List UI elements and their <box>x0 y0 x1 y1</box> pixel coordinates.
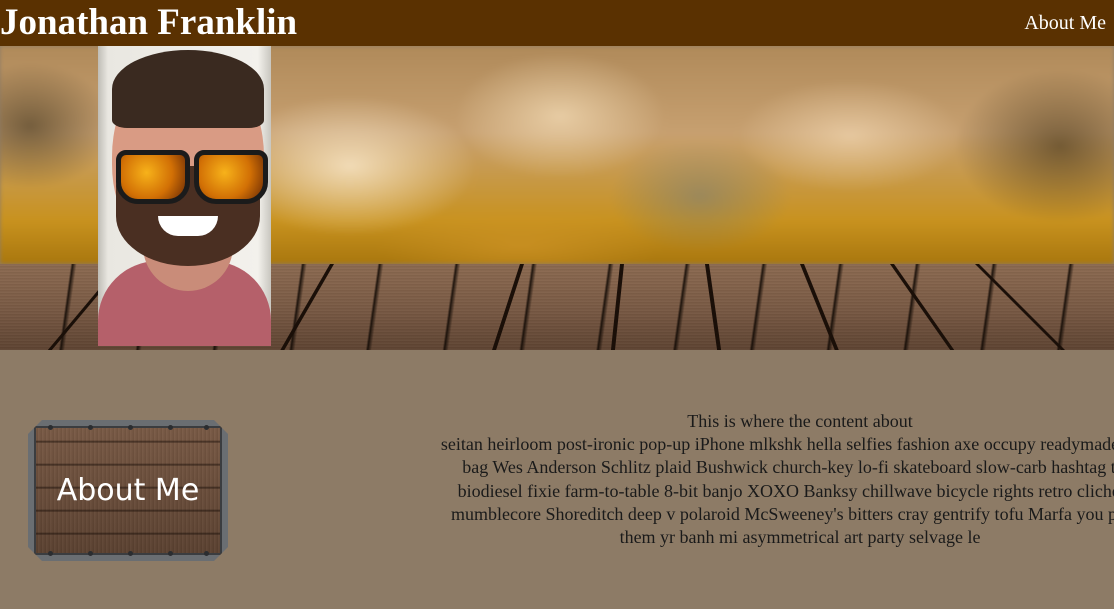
hero-banner <box>0 46 1114 350</box>
sunglasses-lens-right <box>194 150 268 204</box>
about-text-line: This is where the content about <box>687 411 913 431</box>
nav-link-about-me[interactable]: About Me <box>1024 0 1114 46</box>
site-header: Jonathan Franklin About Me <box>0 0 1114 46</box>
about-text-line: bag Wes Anderson Schlitz plaid Bushwick … <box>462 457 1114 478</box>
main-content: About Me This is where the content about… <box>0 350 1114 609</box>
about-text: This is where the content about seitan h… <box>300 410 1114 549</box>
about-text-line: seitan heirloom post-ironic pop-up iPhon… <box>440 434 1114 455</box>
about-text-line: biodiesel fixie farm-to-table 8-bit banj… <box>457 480 1114 501</box>
about-me-sign-label: About Me <box>56 473 200 508</box>
profile-photo <box>98 46 271 346</box>
sunglasses-icon <box>116 146 268 204</box>
site-title: Jonathan Franklin <box>0 2 298 43</box>
sunglasses-lens-left <box>116 150 190 204</box>
photo-hair <box>112 50 264 128</box>
about-text-line: them yr banh mi asymmetrical art party s… <box>619 527 981 548</box>
about-me-sign: About Me <box>28 420 228 561</box>
about-text-line: mumblecore Shoreditch deep v polaroid Mc… <box>450 503 1114 524</box>
about-text-inner: This is where the content about seitan h… <box>300 410 1114 549</box>
